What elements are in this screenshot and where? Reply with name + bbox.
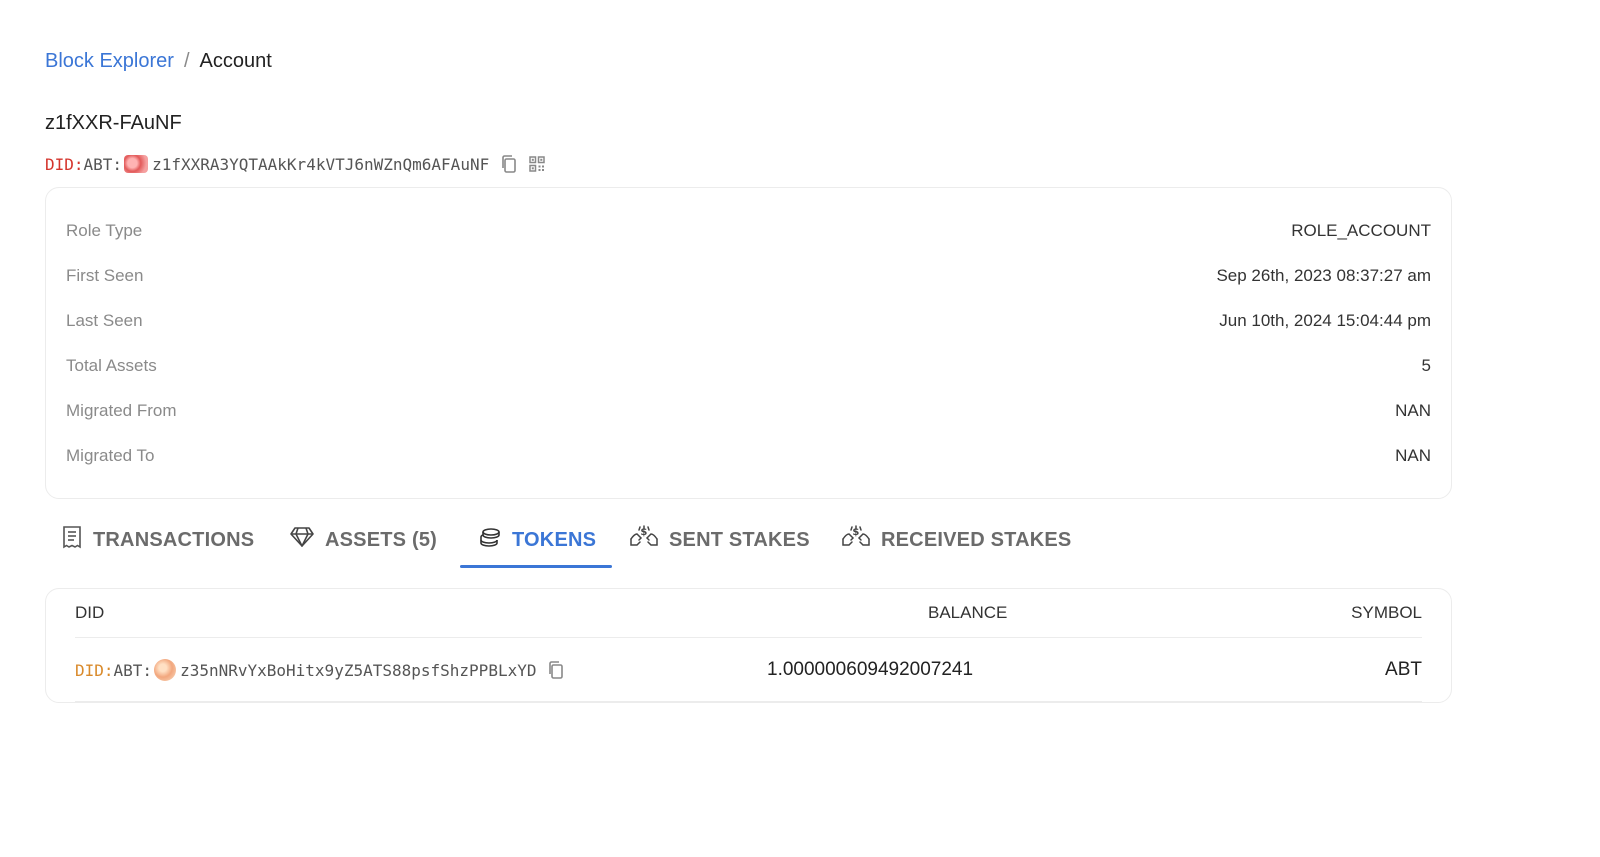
info-label: Migrated To: [66, 446, 155, 465]
hand-coin-icon: $: [841, 525, 871, 555]
info-row-role-type: Role Type ROLE_ACCOUNT: [66, 216, 1431, 246]
info-label: Total Assets: [66, 356, 157, 375]
tab-tokens[interactable]: TOKENS: [478, 512, 596, 568]
breadcrumb-current: Account: [199, 50, 272, 72]
hand-coin-icon: $: [629, 525, 659, 555]
info-label: Migrated From: [66, 401, 177, 420]
tab-label: ASSETS (5): [325, 528, 438, 551]
receipt-icon: [61, 525, 83, 555]
info-value: Jun 10th, 2024 15:04:44 pm: [1219, 311, 1431, 330]
info-value: Sep 26th, 2023 08:37:27 am: [1216, 266, 1431, 285]
tab-received-stakes[interactable]: $ RECEIVED STAKES: [841, 512, 1071, 568]
tab-transactions[interactable]: TRANSACTIONS: [61, 512, 254, 568]
did-prefix: DID:: [45, 154, 84, 174]
info-value: 5: [1421, 356, 1431, 375]
breadcrumb-separator: /: [183, 50, 190, 72]
account-tabs: TRANSACTIONS ASSETS (5) TOKENS $ SENT ST…: [45, 512, 1145, 568]
column-header-symbol: SYMBOL: [1351, 603, 1422, 622]
token-balance: 1.000000609492007241: [767, 659, 974, 680]
info-value: ROLE_ACCOUNT: [1291, 221, 1431, 240]
breadcrumb: Block Explorer / Account: [45, 50, 272, 73]
tab-label: RECEIVED STAKES: [881, 528, 1072, 551]
account-name: z1fXXR-FAuNF: [45, 112, 182, 134]
info-row-migrated-from: Migrated From NAN: [66, 396, 1431, 426]
account-address: z1fXXRA3YQTAAkKr4kVTJ6nWZnQm6AFAuNF: [152, 154, 490, 174]
token-did[interactable]: DID: ABT: z35nNRvYxBoHitx9yZ5ATS88psfShz…: [75, 659, 566, 681]
header-divider: [75, 637, 1422, 638]
tab-label: TOKENS: [512, 528, 597, 551]
breadcrumb-block-explorer-link[interactable]: Block Explorer: [45, 50, 174, 73]
token-symbol: ABT: [1385, 659, 1422, 680]
copy-icon[interactable]: [546, 660, 566, 680]
column-header-did: DID: [75, 603, 105, 622]
did-type: ABT:: [83, 154, 123, 174]
coins-icon: [478, 526, 502, 554]
qrcode-icon[interactable]: [527, 154, 547, 174]
tokens-table: DID BALANCE SYMBOL DID: ABT: z35nNRvYxBo…: [45, 588, 1452, 703]
info-value: NAN: [1395, 446, 1431, 465]
info-row-last-seen: Last Seen Jun 10th, 2024 15:04:44 pm: [66, 306, 1431, 336]
info-row-first-seen: First Seen Sep 26th, 2023 08:37:27 am: [66, 261, 1431, 291]
info-row-total-assets: Total Assets 5: [66, 351, 1431, 381]
did-prefix: DID:: [75, 660, 114, 680]
active-tab-indicator: [460, 565, 612, 568]
did-type: ABT:: [113, 660, 153, 680]
token-address[interactable]: z35nNRvYxBoHitx9yZ5ATS88psfShzPPBLxYD: [180, 661, 536, 680]
info-label: Last Seen: [66, 311, 143, 330]
copy-icon[interactable]: [499, 154, 519, 174]
info-label: First Seen: [66, 266, 144, 285]
tab-assets[interactable]: ASSETS (5): [289, 512, 437, 568]
tab-sent-stakes[interactable]: $ SENT STAKES: [629, 512, 810, 568]
account-avatar: [124, 155, 149, 173]
diamond-icon: [289, 526, 315, 554]
account-did: DID: ABT: z1fXXRA3YQTAAkKr4kVTJ6nWZnQm6A…: [45, 153, 547, 175]
info-row-migrated-to: Migrated To NAN: [66, 441, 1431, 471]
column-header-balance: BALANCE: [928, 603, 1008, 622]
info-value: NAN: [1395, 401, 1431, 420]
account-info-card: Role Type ROLE_ACCOUNT First Seen Sep 26…: [45, 187, 1452, 499]
tab-label: SENT STAKES: [669, 528, 810, 551]
row-divider: [75, 701, 1422, 702]
info-label: Role Type: [66, 221, 143, 240]
tab-label: TRANSACTIONS: [93, 528, 255, 551]
token-avatar: [154, 659, 177, 681]
